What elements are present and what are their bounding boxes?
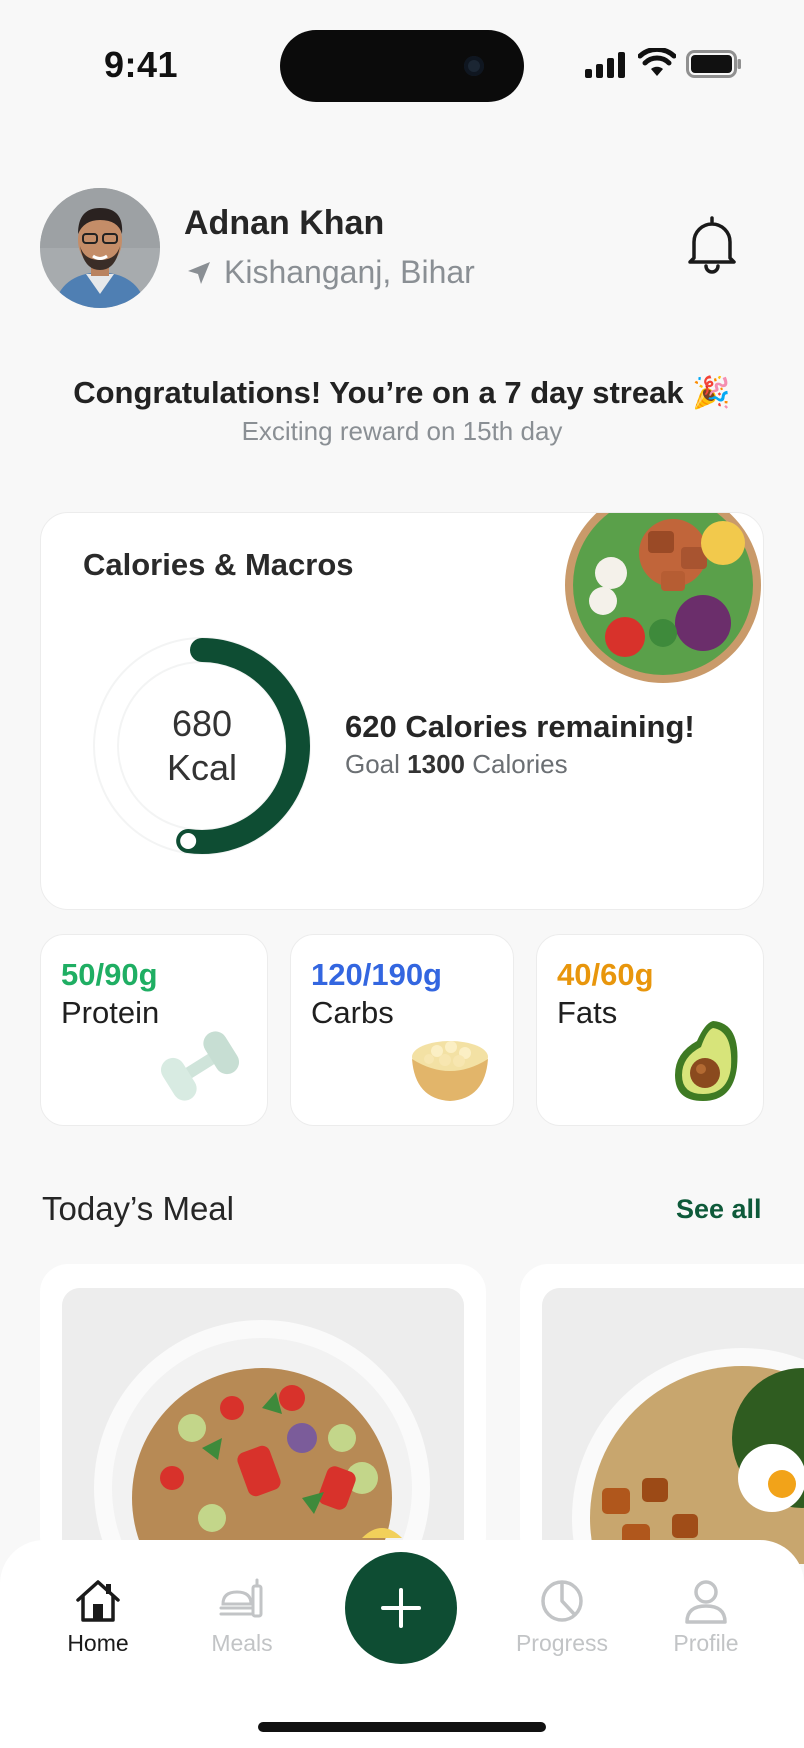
grain-bowl-icon [412, 1041, 488, 1101]
carbs-value: 120/190g [311, 957, 442, 992]
calories-consumed-unit: Kcal [166, 747, 238, 788]
nav-profile-label: Profile [673, 1630, 739, 1656]
protein-label: Protein [61, 995, 160, 1030]
calories-consumed-value: 680 [171, 703, 233, 744]
wifi-icon [638, 48, 676, 76]
camera-icon [464, 56, 484, 76]
nav-meals[interactable]: Meals [182, 1578, 302, 1657]
home-indicator [258, 1722, 546, 1732]
bell-icon[interactable] [684, 214, 740, 274]
avocado-icon [675, 1021, 738, 1101]
meal-card-1[interactable] [40, 1264, 486, 1564]
calories-remaining: 620 Calories remaining! [345, 709, 695, 744]
calorie-ring [93, 637, 311, 855]
goal-prefix: Goal [345, 749, 408, 779]
meal-card-2[interactable] [520, 1264, 804, 1564]
nav-home-label: Home [67, 1630, 129, 1656]
location-text: Kishanganj, Bihar [224, 254, 475, 290]
status-time: 9:41 [104, 44, 179, 85]
quinoa-bowl-egg-image [542, 1288, 804, 1564]
nav-progress[interactable]: Progress [502, 1578, 622, 1657]
calories-card[interactable]: Calories & Macros 680 Kcal 620 Calories … [40, 512, 764, 910]
goal-value: 1300 [407, 749, 465, 779]
battery-icon [686, 50, 741, 78]
user-name: Adnan Khan [184, 204, 385, 242]
macro-card-protein[interactable]: 50/90g Protein [40, 934, 268, 1126]
nav-meals-label: Meals [211, 1630, 273, 1656]
quinoa-salad-image [62, 1288, 464, 1564]
calories-title: Calories & Macros [83, 547, 354, 582]
dynamic-island [280, 30, 524, 102]
nav-home[interactable]: Home [38, 1578, 158, 1657]
dumbbell-icon [160, 1031, 240, 1101]
calorie-progress-arc [176, 638, 310, 854]
macro-card-fats[interactable]: 40/60g Fats [536, 934, 764, 1126]
todays-meal-heading: Today’s Meal [42, 1190, 234, 1227]
nav-profile[interactable]: Profile [646, 1578, 766, 1657]
plus-icon [381, 1588, 421, 1628]
calorie-progress-knob [180, 832, 197, 849]
location-arrow-icon [188, 261, 210, 284]
meals-icon [219, 1578, 263, 1618]
salad-bowl-image [565, 513, 761, 683]
fats-label: Fats [557, 995, 618, 1030]
streak-subtitle: Exciting reward on 15th day [241, 416, 563, 446]
pie-chart-icon [541, 1580, 583, 1622]
carbs-label: Carbs [311, 995, 394, 1030]
location-row: Kishanganj, Bihar [186, 254, 475, 291]
avatar[interactable] [40, 188, 160, 308]
goal-suffix: Calories [465, 749, 568, 779]
user-icon [685, 1580, 727, 1624]
fats-value: 40/60g [557, 957, 654, 992]
protein-value: 50/90g [61, 957, 158, 992]
see-all-link[interactable]: See all [676, 1194, 762, 1225]
nav-progress-label: Progress [515, 1630, 609, 1656]
streak-title: Congratulations! You’re on a 7 day strea… [73, 375, 731, 410]
calorie-goal: Goal 1300 Calories [345, 749, 568, 780]
add-button[interactable] [345, 1552, 457, 1664]
home-icon [76, 1580, 120, 1622]
cellular-signal-icon [585, 52, 625, 78]
macro-card-carbs[interactable]: 120/190g Carbs [290, 934, 514, 1126]
